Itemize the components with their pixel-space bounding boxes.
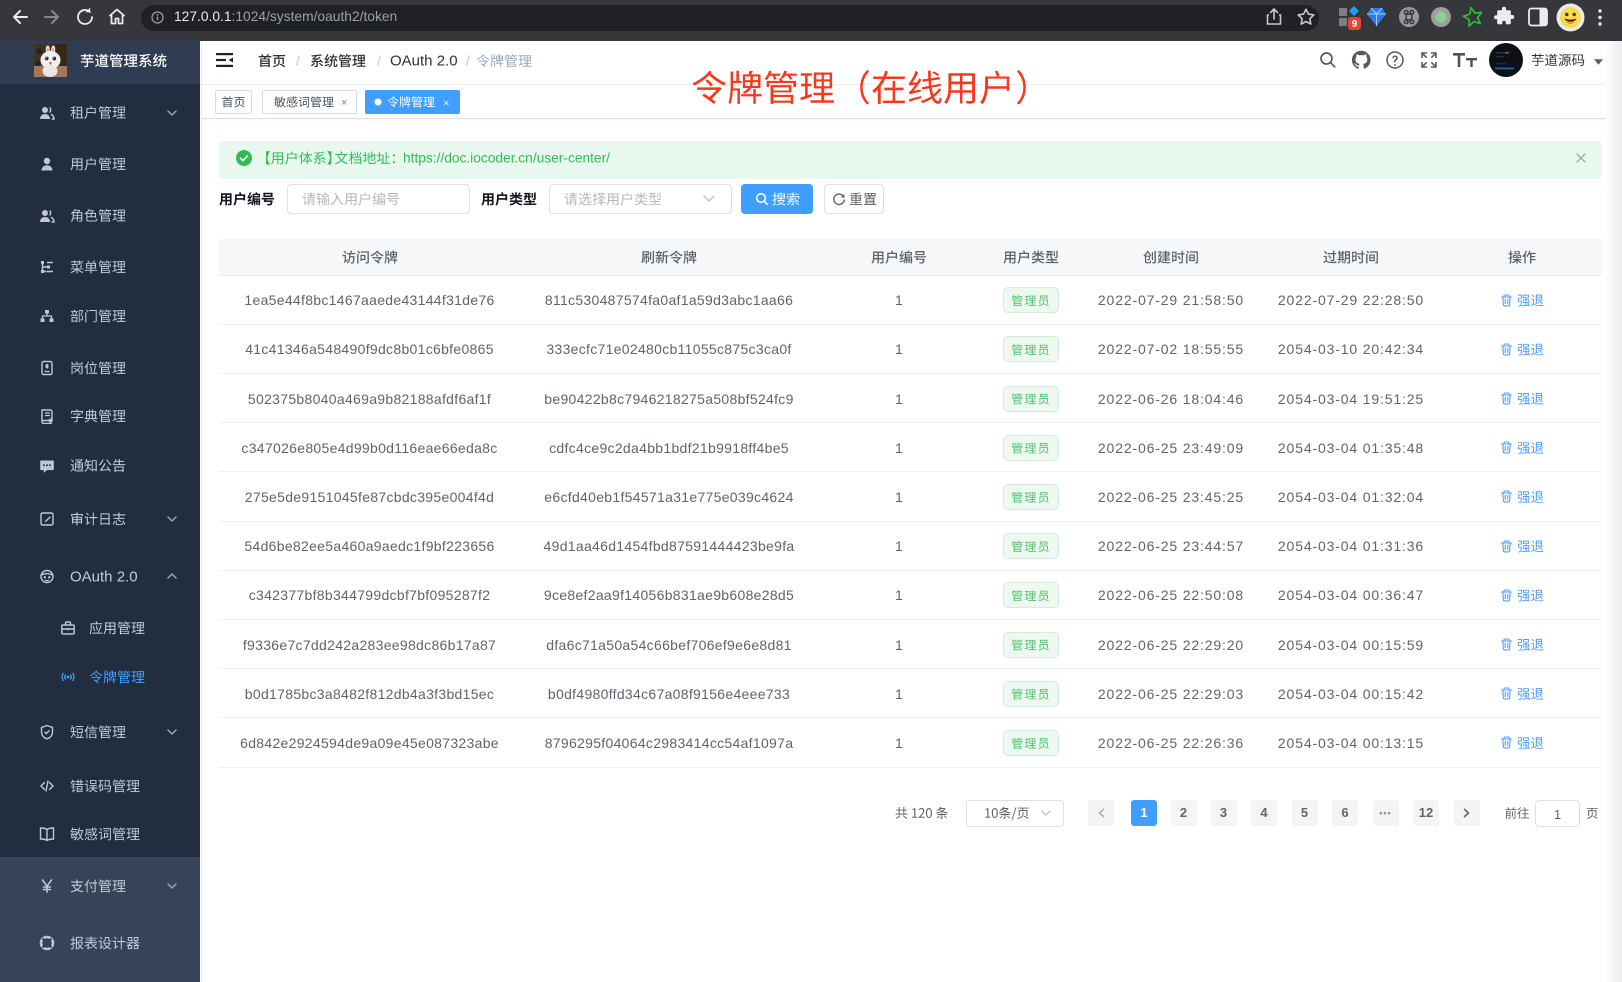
- svg-text:9: 9: [1352, 19, 1358, 30]
